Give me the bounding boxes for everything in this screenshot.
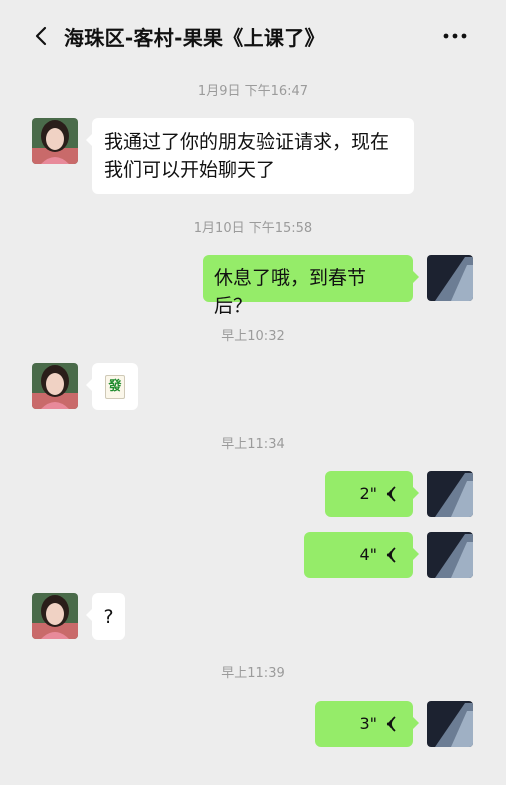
- more-dots-icon: [443, 33, 467, 39]
- self-avatar[interactable]: [427, 701, 473, 747]
- voice-wave-icon: [386, 547, 396, 563]
- self-avatar[interactable]: [427, 471, 473, 517]
- woman-avatar-icon: [32, 118, 78, 164]
- message-text: 休息了哦，到春节后？: [214, 267, 367, 317]
- voice-wave-icon: [386, 486, 396, 502]
- back-button[interactable]: [30, 24, 54, 48]
- building-avatar-icon: [427, 532, 473, 578]
- message-bubble-incoming[interactable]: ?: [86, 593, 125, 640]
- building-avatar-icon: [427, 255, 473, 301]
- woman-avatar-icon: [32, 363, 78, 409]
- message-bubble-incoming[interactable]: 發: [86, 363, 138, 410]
- building-avatar-icon: [427, 471, 473, 517]
- voice-duration: 2": [359, 484, 377, 503]
- message-text-line: 我通过了你的朋友验证请求，现在: [104, 131, 390, 153]
- voice-message-bubble[interactable]: 3": [315, 701, 419, 747]
- voice-duration: 3": [359, 714, 377, 733]
- more-button[interactable]: [440, 26, 470, 46]
- message-bubble-outgoing[interactable]: 休息了哦，到春节后？: [203, 255, 419, 317]
- timestamp: 早上10:32: [221, 329, 285, 344]
- voice-message-bubble[interactable]: 2": [325, 471, 419, 517]
- timestamp: 1月9日 下午16:47: [197, 84, 309, 99]
- timestamp: 早上11:39: [221, 666, 285, 681]
- self-avatar[interactable]: [427, 255, 473, 301]
- message-bubble-incoming[interactable]: 我通过了你的朋友验证请求，现在 我们可以开始聊天了: [86, 118, 414, 194]
- woman-avatar-icon: [32, 593, 78, 639]
- contact-avatar[interactable]: [32, 118, 78, 164]
- voice-message-bubble[interactable]: 4": [304, 532, 419, 578]
- building-avatar-icon: [427, 701, 473, 747]
- voice-duration: 4": [359, 545, 377, 564]
- mahjong-tile-emoji: 發: [105, 374, 125, 399]
- chat-header: 海珠区-客村-果果《上课了》: [0, 0, 506, 68]
- voice-wave-icon: [386, 716, 396, 732]
- message-text-line: 我们可以开始聊天了: [104, 159, 276, 181]
- timestamp: 1月10日 下午15:58: [193, 221, 313, 236]
- self-avatar[interactable]: [427, 532, 473, 578]
- message-text: ?: [103, 605, 114, 628]
- chat-title: 海珠区-客村-果果《上课了》: [64, 26, 325, 50]
- contact-avatar[interactable]: [32, 363, 78, 409]
- contact-avatar[interactable]: [32, 593, 78, 639]
- chevron-left-icon: [35, 26, 47, 46]
- timestamp: 早上11:34: [221, 437, 285, 452]
